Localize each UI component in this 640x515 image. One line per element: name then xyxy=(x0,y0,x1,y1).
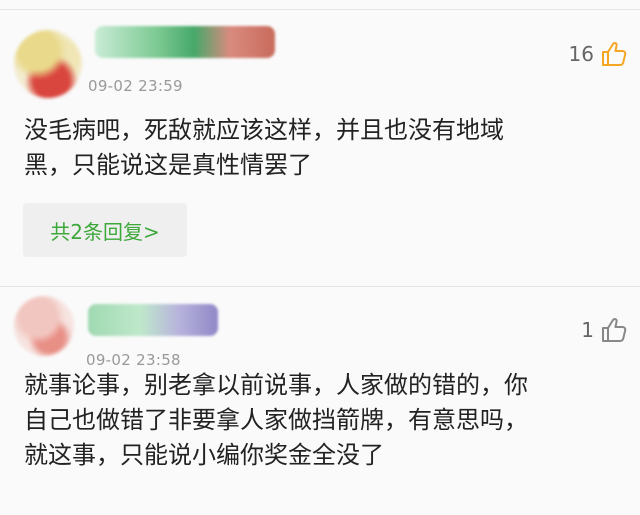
username-blurred[interactable] xyxy=(88,304,218,336)
view-replies-button[interactable]: 共2条回复> xyxy=(23,203,187,257)
comment-item: 09-02 23:59 16 没毛病吧，死敌就应该这样，并且也没有地域 黑，只能… xyxy=(0,10,640,285)
like-button[interactable]: 1 xyxy=(581,316,628,344)
like-count: 1 xyxy=(581,318,594,342)
comment-list: 09-02 23:59 16 没毛病吧，死敌就应该这样，并且也没有地域 黑，只能… xyxy=(0,0,640,515)
comment-item: 09-02 23:58 1 就事论事，别老拿以前说事，人家做的错的，你 自己也做… xyxy=(0,288,640,515)
thumbs-up-icon xyxy=(602,318,627,342)
comment-divider xyxy=(0,286,640,287)
username-blurred[interactable] xyxy=(95,26,275,58)
avatar[interactable] xyxy=(14,296,74,356)
thumbs-up-icon xyxy=(602,42,627,66)
comment-text: 就事论事，别老拿以前说事，人家做的错的，你 自己也做错了非要拿人家做挡箭牌，有意… xyxy=(24,371,528,469)
comment-time: 09-02 23:58 xyxy=(86,351,181,369)
like-button[interactable]: 16 xyxy=(569,40,628,68)
comment-time: 09-02 23:59 xyxy=(88,77,183,95)
avatar[interactable] xyxy=(14,30,82,98)
like-count: 16 xyxy=(568,42,594,66)
comment-text: 没毛病吧，死敌就应该这样，并且也没有地域 黑，只能说这是真性情罢了 xyxy=(24,116,504,179)
